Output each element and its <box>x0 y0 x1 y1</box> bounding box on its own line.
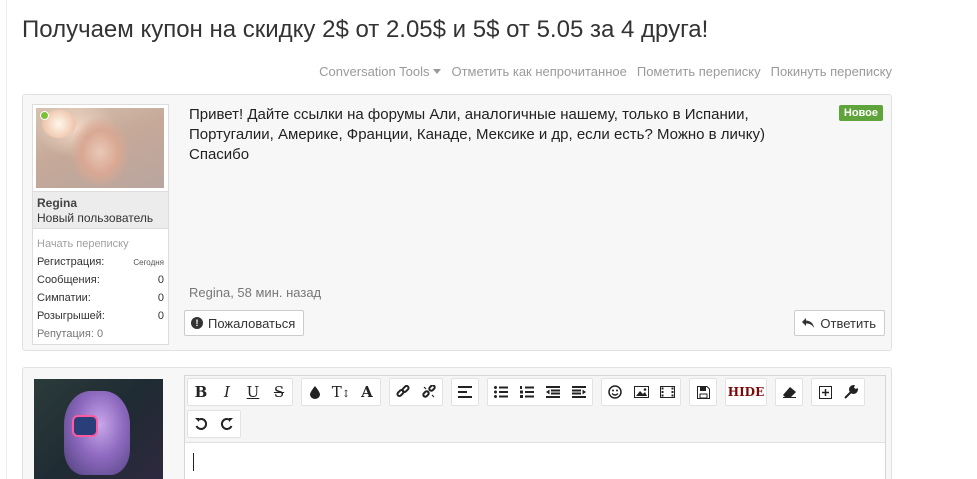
user-extra-info: Начать переписку Регистрация: Сегодня Со… <box>37 238 164 343</box>
toolbar-group-lists <box>487 378 593 406</box>
user-title: Новый пользователь <box>37 211 154 225</box>
bold-icon[interactable]: B <box>188 379 214 405</box>
hide-label: HIDE <box>727 385 765 399</box>
outdent-icon[interactable] <box>540 379 566 405</box>
save-draft-icon[interactable] <box>690 379 716 405</box>
toolbar-group-font: T↕ A <box>301 378 381 406</box>
toolbar-group-clear <box>775 378 803 406</box>
numbered-list-icon[interactable] <box>514 379 540 405</box>
stat-row-giveaways: Розыгрышей: 0 <box>37 307 164 325</box>
exclamation-icon: ! <box>191 317 203 329</box>
message-editor: B I U S T↕ A HIDE <box>184 375 886 479</box>
italic-icon[interactable]: I <box>214 379 240 405</box>
message-input[interactable] <box>185 443 885 479</box>
left-border-line <box>6 0 7 479</box>
conversation-tools-bar: Conversation Tools Отметить как непрочит… <box>319 64 892 79</box>
conversation-tools-label: Conversation Tools <box>319 64 430 79</box>
stat-value: Сегодня <box>133 257 164 267</box>
page-title: Получаем купон на скидку 2$ от 2.05$ и 5… <box>22 16 709 43</box>
user-header: Regina Новый пользователь <box>33 191 168 229</box>
media-icon[interactable] <box>654 379 680 405</box>
wrench-icon[interactable] <box>838 379 864 405</box>
text-cursor <box>193 453 194 471</box>
stat-row-messages: Сообщения: 0 <box>37 271 164 289</box>
link-icon[interactable] <box>390 379 416 405</box>
toolbar-group-links <box>389 378 443 406</box>
reputation-text: Репутация: 0 <box>37 328 104 340</box>
eraser-icon[interactable] <box>776 379 802 405</box>
reply-arrow-icon <box>801 317 815 329</box>
toolbar-group-draft <box>689 378 717 406</box>
reply-composer: B I U S T↕ A HIDE <box>22 367 892 479</box>
stat-row-likes: Симпатии: 0 <box>37 289 164 307</box>
hide-icon[interactable]: HIDE <box>726 379 766 405</box>
toolbar-group-format: B I U S <box>187 378 293 406</box>
stat-label: Симпатии: <box>37 292 91 304</box>
message-body: Привет! Дайте ссылки на форумы Али, анал… <box>189 106 765 163</box>
toolbar-group-history <box>187 410 241 438</box>
stat-label: Регистрация: <box>37 256 105 268</box>
avatar[interactable] <box>34 379 163 479</box>
message-user-info: Regina Новый пользователь Начать перепис… <box>32 104 169 345</box>
underline-icon[interactable]: U <box>240 379 266 405</box>
stat-value: 0 <box>157 292 164 304</box>
bullet-list-icon[interactable] <box>488 379 514 405</box>
toolbar-group-tools <box>811 378 865 406</box>
stat-row-reputation: Репутация: 0 <box>37 325 164 343</box>
stat-label: Сообщения: <box>37 274 100 286</box>
strikethrough-icon[interactable]: S <box>266 379 292 405</box>
align-icon[interactable] <box>452 379 478 405</box>
toolbar-group-align <box>451 378 479 406</box>
username[interactable]: Regina <box>37 196 164 210</box>
redo-icon[interactable] <box>214 411 240 437</box>
reply-button[interactable]: Ответить <box>794 310 885 336</box>
indent-icon[interactable] <box>566 379 592 405</box>
online-status-icon <box>40 111 49 120</box>
image-icon[interactable] <box>628 379 654 405</box>
stat-row-registration: Регистрация: Сегодня <box>37 253 164 271</box>
conversation-tools-menu[interactable]: Conversation Tools <box>319 64 442 79</box>
stat-label: Розыгрышей: <box>37 310 105 322</box>
stat-value: 0 <box>157 274 164 286</box>
font-size-icon[interactable]: T↕ <box>328 379 354 405</box>
start-conversation-link[interactable]: Начать переписку <box>37 238 164 250</box>
new-message-badge: Новое <box>838 105 883 121</box>
conversation-message: Regina Новый пользователь Начать перепис… <box>22 94 892 351</box>
text-color-icon[interactable] <box>302 379 328 405</box>
message-meta[interactable]: Regina, 58 мин. назад <box>189 285 321 300</box>
toolbar-group-hide: HIDE <box>725 378 767 406</box>
editor-toolbar: B I U S T↕ A HIDE <box>185 376 885 443</box>
reply-label: Ответить <box>820 315 876 331</box>
toolbar-group-insert <box>601 378 681 406</box>
report-label: Пожаловаться <box>208 315 296 331</box>
smiley-icon[interactable] <box>602 379 628 405</box>
undo-icon[interactable] <box>188 411 214 437</box>
avatar-visor-decoration <box>72 415 98 437</box>
font-family-icon[interactable]: A <box>354 379 380 405</box>
mark-unread-link[interactable]: Отметить как непрочитанное <box>451 64 626 79</box>
leave-conversation-link[interactable]: Покинуть переписку <box>771 64 892 79</box>
report-button[interactable]: ! Пожаловаться <box>184 310 305 336</box>
chevron-down-icon <box>433 69 442 74</box>
insert-icon[interactable] <box>812 379 838 405</box>
star-conversation-link[interactable]: Пометить переписку <box>637 64 761 79</box>
stat-value: 0 <box>157 310 164 322</box>
avatar[interactable] <box>36 108 164 188</box>
unlink-icon[interactable] <box>416 379 442 405</box>
